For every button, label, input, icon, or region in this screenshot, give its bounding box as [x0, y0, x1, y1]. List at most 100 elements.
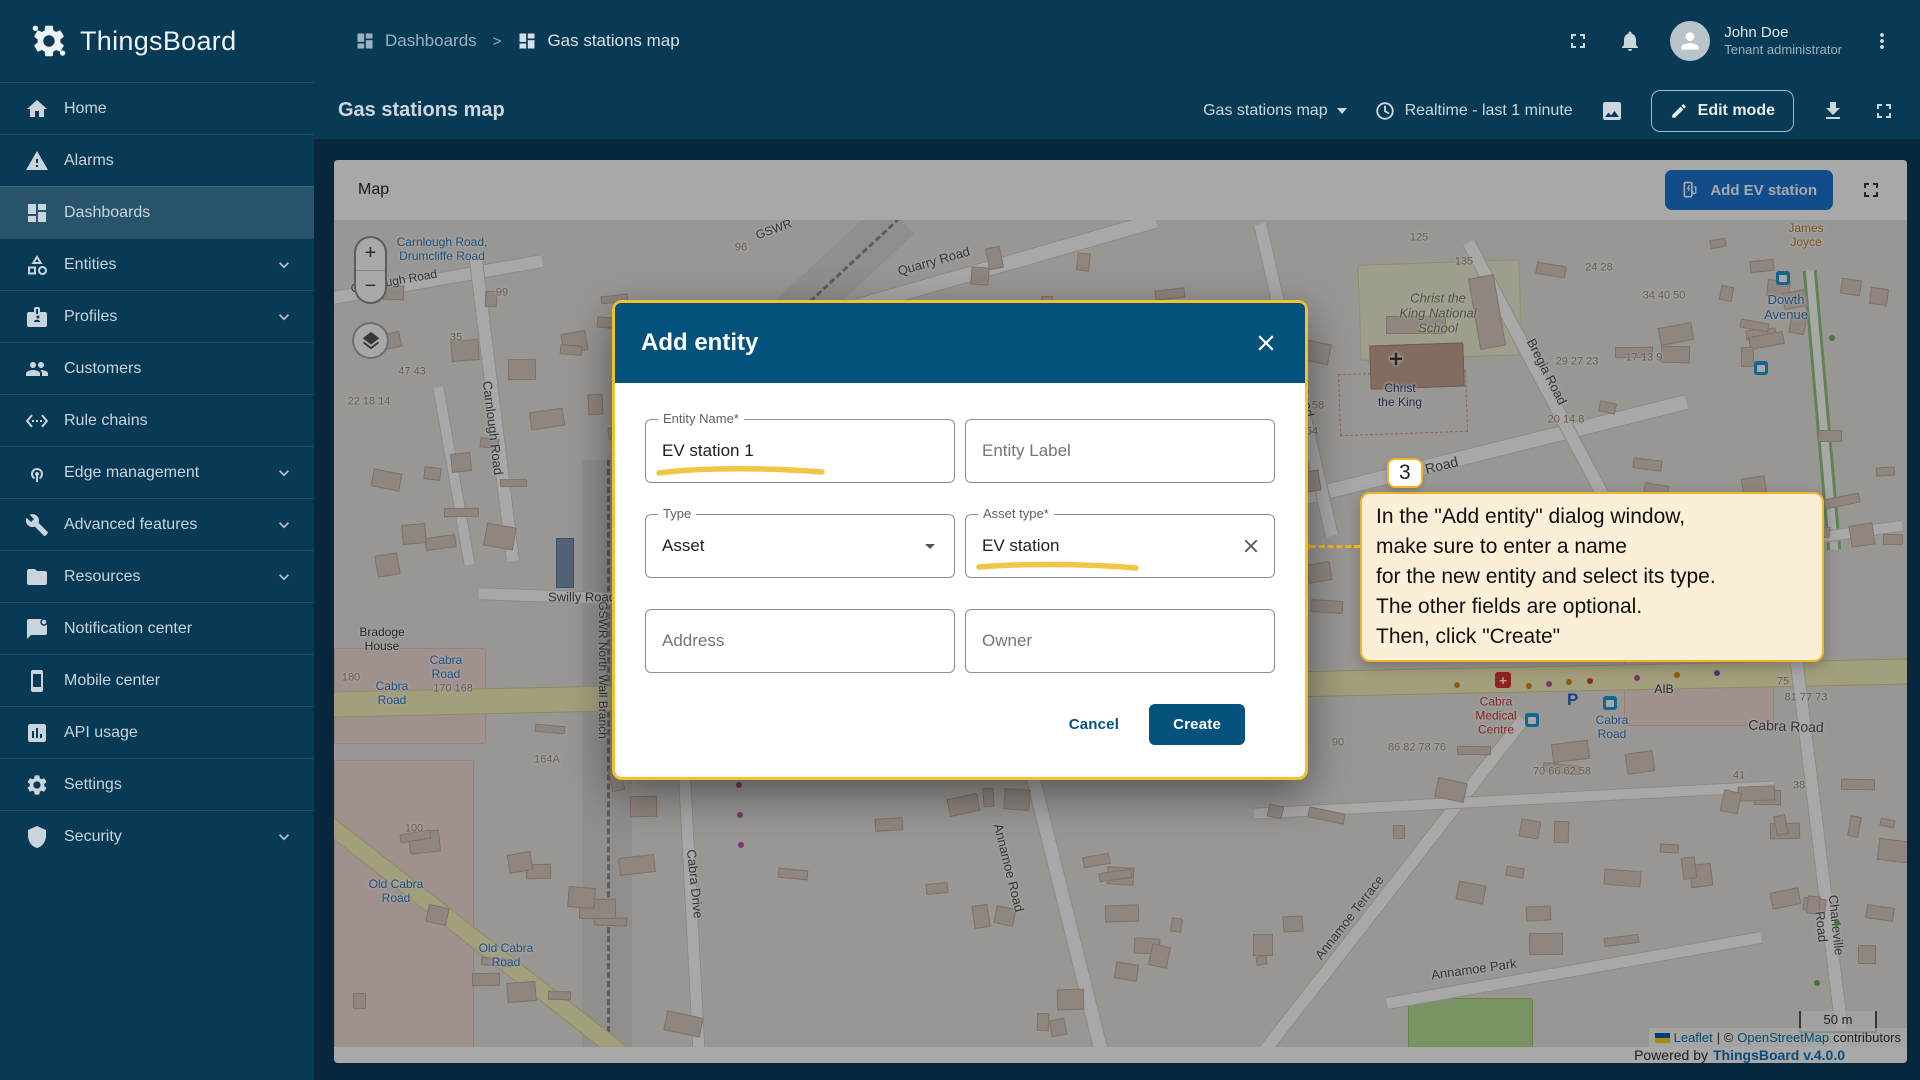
app-name: ThingsBoard — [80, 26, 236, 57]
annotation-text-line: make sure to enter a name — [1376, 532, 1808, 562]
sidebar-item-label: Home — [64, 100, 107, 118]
sidebar-item-label: Security — [64, 828, 122, 846]
settings-icon — [25, 773, 49, 797]
more-menu-icon[interactable] — [1870, 29, 1894, 53]
dialog-header: Add entity — [615, 303, 1305, 383]
sidebar-item-edge-management[interactable]: Edge management — [0, 446, 314, 498]
resources-icon — [25, 565, 49, 589]
dashboards-icon — [355, 31, 375, 51]
sidebar-item-mobile-center[interactable]: Mobile center — [0, 654, 314, 706]
sidebar-item-alarms[interactable]: Alarms — [0, 134, 314, 186]
chevron-down-icon — [274, 515, 294, 535]
toolbar-right: Gas stations map Realtime - last 1 minut… — [1203, 90, 1920, 132]
breadcrumb-item-0[interactable]: Dashboards — [355, 31, 477, 51]
sidebar-item-label: Dashboards — [64, 204, 150, 222]
edit-mode-label: Edit mode — [1698, 102, 1775, 120]
dropdown-arrow-icon[interactable] — [918, 534, 942, 558]
sidebar-item-notification-center[interactable]: Notification center — [0, 602, 314, 654]
entity-name-label: Entity Name* — [658, 411, 744, 426]
entity-name-field[interactable]: Entity Name* EV station 1 — [645, 419, 955, 483]
sidebar-item-label: Alarms — [64, 152, 114, 170]
breadcrumb-label: Dashboards — [385, 31, 477, 51]
close-icon[interactable] — [1253, 330, 1279, 356]
sidebar-item-label: Customers — [64, 360, 141, 378]
edit-mode-button[interactable]: Edit mode — [1651, 90, 1794, 132]
notifications-bell-icon[interactable] — [1618, 29, 1642, 53]
dashboards-icon — [517, 31, 537, 51]
entity-label-placeholder: Entity Label — [982, 441, 1071, 461]
sidebar-item-security[interactable]: Security — [0, 810, 314, 862]
dashboards-icon — [25, 201, 49, 225]
owner-placeholder: Owner — [982, 631, 1032, 651]
dashboard-toolbar: Gas stations map Gas stations map Realti… — [314, 82, 1920, 139]
sidebar-item-rule-chains[interactable]: Rule chains — [0, 394, 314, 446]
sidebar-item-label: Rule chains — [64, 412, 148, 430]
entities-icon — [25, 253, 49, 277]
sidebar-item-label: Resources — [64, 568, 140, 586]
dashboard-title: Gas stations map — [314, 99, 505, 122]
image-gallery-icon[interactable] — [1600, 99, 1624, 123]
timewindow-button[interactable]: Realtime - last 1 minute — [1374, 100, 1573, 122]
type-select-field[interactable]: Type Asset — [645, 514, 955, 578]
breadcrumb-item-1[interactable]: Gas stations map — [517, 31, 679, 51]
person-icon — [1677, 28, 1703, 54]
header-right: John Doe Tenant administrator — [1566, 21, 1920, 61]
annotation-text-line: The other fields are optional. — [1376, 592, 1808, 622]
chevron-down-icon — [1337, 108, 1347, 114]
customers-icon — [25, 357, 49, 381]
api-icon — [25, 721, 49, 745]
asset-type-field[interactable]: Asset type* EV station — [965, 514, 1275, 578]
entity-name-value: EV station 1 — [662, 441, 754, 461]
sidebar-item-label: Advanced features — [64, 516, 197, 534]
cancel-button[interactable]: Cancel — [1069, 716, 1119, 733]
breadcrumb: Dashboards>Gas stations map — [314, 31, 680, 51]
sidebar-item-label: Mobile center — [64, 672, 160, 690]
asset-type-value: EV station — [982, 536, 1060, 556]
sidebar: ThingsBoard Home Alarms Dashboards Entities… — [0, 0, 314, 1080]
sidebar-item-customers[interactable]: Customers — [0, 342, 314, 394]
add-entity-dialog: Add entity Entity Name* EV station 1 Ent… — [612, 300, 1308, 780]
toolbar-fullscreen-icon[interactable] — [1872, 99, 1896, 123]
user-info[interactable]: John Doe Tenant administrator — [1724, 23, 1842, 59]
create-button[interactable]: Create — [1149, 704, 1245, 745]
sidebar-item-dashboards[interactable]: Dashboards — [0, 186, 314, 238]
sidebar-item-home[interactable]: Home — [0, 82, 314, 134]
pencil-icon — [1670, 102, 1688, 120]
chevron-down-icon — [274, 463, 294, 483]
entity-label-field[interactable]: Entity Label — [965, 419, 1275, 483]
sidebar-item-advanced-features[interactable]: Advanced features — [0, 498, 314, 550]
sidebar-item-label: Settings — [64, 776, 122, 794]
annotation-text-line: In the "Add entity" dialog window, — [1376, 502, 1808, 532]
sidebar-item-label: Profiles — [64, 308, 117, 326]
address-field[interactable]: Address — [645, 609, 955, 673]
highlight-underline — [974, 560, 1144, 572]
sidebar-item-label: API usage — [64, 724, 138, 742]
sidebar-item-profiles[interactable]: Profiles — [0, 290, 314, 342]
avatar[interactable] — [1670, 21, 1710, 61]
advanced-icon — [25, 513, 49, 537]
clear-icon[interactable] — [1240, 535, 1262, 557]
chevron-down-icon — [274, 567, 294, 587]
type-value: Asset — [662, 536, 705, 556]
owner-field[interactable]: Owner — [965, 609, 1275, 673]
edge-icon — [25, 461, 49, 485]
chevron-down-icon — [274, 255, 294, 275]
security-icon — [25, 825, 49, 849]
dialog-body: Entity Name* EV station 1 Entity Label T… — [615, 383, 1305, 745]
sidebar-item-label: Notification center — [64, 620, 192, 638]
dashboard-state-select[interactable]: Gas stations map — [1203, 102, 1347, 120]
fullscreen-icon[interactable] — [1566, 29, 1590, 53]
state-select-value: Gas stations map — [1203, 102, 1328, 120]
sidebar-item-api-usage[interactable]: API usage — [0, 706, 314, 758]
sidebar-item-resources[interactable]: Resources — [0, 550, 314, 602]
profiles-icon — [25, 305, 49, 329]
sidebar-item-settings[interactable]: Settings — [0, 758, 314, 810]
annotation-text-line: Then, click "Create" — [1376, 622, 1808, 652]
chevron-down-icon — [274, 827, 294, 847]
annotation-step-badge: 3 — [1387, 458, 1423, 488]
logo[interactable]: ThingsBoard — [0, 0, 314, 82]
download-icon[interactable] — [1821, 99, 1845, 123]
asset-type-label: Asset type* — [978, 506, 1054, 521]
dialog-actions: Cancel Create — [645, 704, 1275, 745]
sidebar-item-entities[interactable]: Entities — [0, 238, 314, 290]
